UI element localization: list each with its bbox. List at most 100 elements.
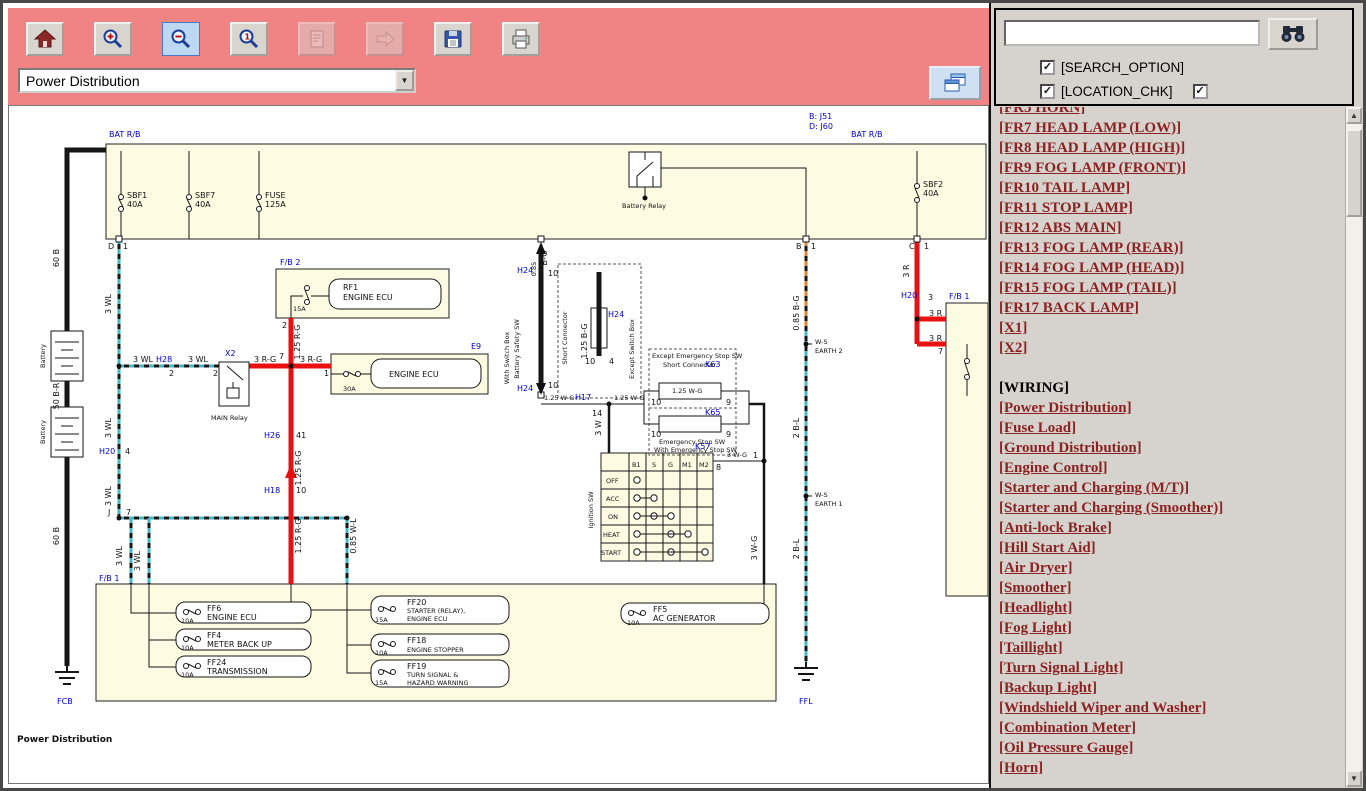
diagram-label: MAIN Relay <box>211 414 248 422</box>
diagram-label: Power Distribution <box>17 735 112 745</box>
sidebar-header: [WIRING] <box>999 378 1343 398</box>
diagram-label: 1.25 R-G <box>294 519 303 554</box>
diagram-label: 2 <box>282 321 287 330</box>
diagram-label: ON <box>608 513 618 521</box>
diagram-label: 1.25 B-G <box>580 323 589 358</box>
diagram-label: FF4 <box>207 631 221 640</box>
sidebar-link[interactable]: [Hill Start Aid] <box>999 538 1343 558</box>
combo-dropdown-button[interactable]: ▼ <box>395 70 414 91</box>
sidebar-link[interactable]: [Fog Light] <box>999 618 1343 638</box>
diagram-canvas[interactable]: BAT R/BB: J51D: J60BAT R/BSBF140ASBF740A… <box>8 105 989 784</box>
forward-arrow-icon <box>373 27 397 51</box>
search-option-checkbox[interactable]: ✓ <box>1040 60 1055 75</box>
diagram-label: Battery Safety SW <box>513 319 521 379</box>
diagram-label: STARTER (RELAY), <box>407 607 465 615</box>
sidebar-link[interactable]: [FR17 BACK LAMP] <box>999 298 1343 318</box>
diagram-label: 9 <box>726 398 731 407</box>
diagram-label: M2 <box>699 461 709 469</box>
diagram-label: FF5 <box>653 605 667 614</box>
diagram-label: X2 <box>225 349 236 358</box>
sidebar-link[interactable]: [Horn] <box>999 758 1343 778</box>
diagram-label: F/B 1 <box>99 574 119 583</box>
diagram-label: FF18 <box>407 636 426 645</box>
sidebar-link[interactable]: [Engine Control] <box>999 458 1343 478</box>
search-panel: ✓ [SEARCH_OPTION] ✓ [LOCATION_CHK] ✓ <box>994 8 1354 106</box>
sidebar-link[interactable]: [FR13 FOG LAMP (REAR)] <box>999 238 1343 258</box>
search-option-label: [SEARCH_OPTION] <box>1061 60 1184 75</box>
sidebar-link[interactable]: [Taillight] <box>999 638 1343 658</box>
diagram-label: FF6 <box>207 604 221 613</box>
sidebar-link[interactable]: [X2] <box>999 338 1343 358</box>
diagram-label: 7 <box>938 347 943 356</box>
location-chk-extra-checkbox[interactable]: ✓ <box>1193 84 1208 99</box>
sidebar-link[interactable]: [FR12 ABS MAIN] <box>999 218 1343 238</box>
toolbar: 1 Power Distribution ▼ <box>8 8 989 105</box>
sidebar-link[interactable]: [Smoother] <box>999 578 1343 598</box>
new-window-button[interactable] <box>929 66 981 100</box>
diagram-label: 3 R-G <box>254 355 276 364</box>
sidebar-link[interactable]: [Air Dryer] <box>999 558 1343 578</box>
diagram-label: HEAT <box>603 531 620 539</box>
diagram-label: ENGINE ECU <box>407 615 448 623</box>
diagram-select[interactable]: Power Distribution ▼ <box>18 68 416 93</box>
diagram-label: 40A <box>127 200 143 209</box>
search-input[interactable] <box>1004 20 1260 46</box>
zoom-original-button[interactable]: 1 <box>230 22 268 56</box>
sidebar-link[interactable]: [Backup Light] <box>999 678 1343 698</box>
diagram-label: M1 <box>682 461 692 469</box>
sidebar-link[interactable]: [Anti-lock Brake] <box>999 518 1343 538</box>
sidebar-link[interactable]: [FR7 HEAD LAMP (LOW)] <box>999 118 1343 138</box>
sidebar-link[interactable]: [FR8 HEAD LAMP (HIGH)] <box>999 138 1343 158</box>
sidebar-link[interactable]: [FR9 FOG LAMP (FRONT)] <box>999 158 1343 178</box>
zoom-out-button[interactable] <box>162 22 200 56</box>
diagram-label: 40A <box>195 200 211 209</box>
forward-button[interactable] <box>366 22 404 56</box>
sidebar-link[interactable]: [FR10 TAIL LAMP] <box>999 178 1343 198</box>
diagram-label: 10A <box>181 671 194 679</box>
diagram-label: FF24 <box>207 658 226 667</box>
diagram-label: 30A <box>343 385 356 393</box>
diagram-label: Emergency Stop SW <box>659 438 726 446</box>
diagram-label: BAT R/B <box>109 130 141 139</box>
location-chk-checkbox[interactable]: ✓ <box>1040 84 1055 99</box>
diagram-label: 1 <box>753 451 758 460</box>
sidebar-link[interactable]: [Power Distribution] <box>999 398 1343 418</box>
sidebar-link[interactable]: [Turn Signal Light] <box>999 658 1343 678</box>
sidebar-link[interactable]: [FR14 FOG LAMP (HEAD)] <box>999 258 1343 278</box>
save-icon <box>441 27 465 51</box>
zoom-in-button[interactable] <box>94 22 132 56</box>
sidebar-link[interactable]: [Windshield Wiper and Washer] <box>999 698 1343 718</box>
diagram-label: 3 WL <box>115 545 124 566</box>
diagram-label: OFF <box>606 477 619 485</box>
sidebar-link[interactable]: [Fuse Load] <box>999 418 1343 438</box>
sidebar-link[interactable]: [Combination Meter] <box>999 718 1343 738</box>
search-button[interactable] <box>1268 18 1318 50</box>
save-button[interactable] <box>434 22 472 56</box>
diagram-label: 3 W-G <box>750 536 759 561</box>
scrollbar-thumb[interactable] <box>1346 129 1362 217</box>
sidebar-link[interactable]: [X1] <box>999 318 1343 338</box>
sidebar-scrollbar[interactable]: ▲ ▼ <box>1345 107 1362 787</box>
home-button[interactable] <box>26 22 64 56</box>
sidebar-link[interactable]: [Oil Pressure Gauge] <box>999 738 1343 758</box>
sidebar-link[interactable]: [Starter and Charging (M/T)] <box>999 478 1343 498</box>
print-button[interactable] <box>502 22 540 56</box>
scroll-down-button[interactable]: ▼ <box>1346 770 1362 787</box>
sidebar-link[interactable]: [FR5 HORN] <box>999 107 1343 118</box>
diagram-label: 2 B-L <box>792 417 801 438</box>
page-preview-button[interactable] <box>298 22 336 56</box>
diagram-label: 1 <box>324 369 329 378</box>
sidebar-link[interactable]: [FR15 FOG LAMP (TAIL)] <box>999 278 1343 298</box>
diagram-label: EARTH 2 <box>815 347 843 355</box>
zoom-in-icon <box>101 27 125 51</box>
sidebar-link[interactable]: [Headlight] <box>999 598 1343 618</box>
sidebar-link[interactable]: [FR11 STOP LAMP] <box>999 198 1343 218</box>
sidebar-link[interactable]: [Starter and Charging (Smoother)] <box>999 498 1343 518</box>
diagram-label: B: J51 <box>809 112 832 121</box>
diagram-label: HAZARD WARNING <box>407 679 469 687</box>
diagram-label: 3 R-G <box>300 355 322 364</box>
scroll-up-button[interactable]: ▲ <box>1346 107 1362 124</box>
svg-text:1: 1 <box>245 33 251 42</box>
sidebar-link[interactable]: [Ground Distribution] <box>999 438 1343 458</box>
location-chk-label: [LOCATION_CHK] <box>1061 84 1173 99</box>
